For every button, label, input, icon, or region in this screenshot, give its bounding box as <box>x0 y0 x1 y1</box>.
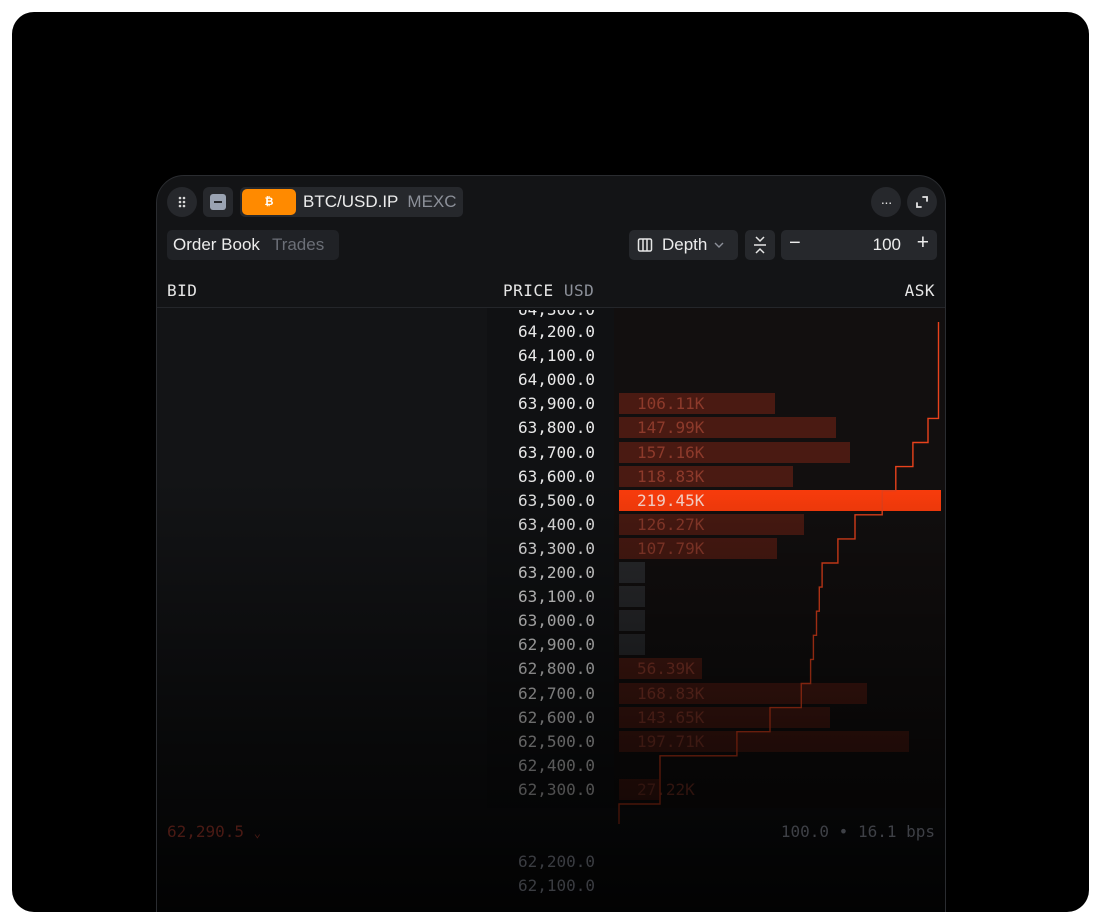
symbol-label: BTC/USD.IP <box>303 192 399 211</box>
tab-trades[interactable]: Trades <box>272 235 324 255</box>
spread-info: 100.0 • 16.1 bps <box>780 822 935 841</box>
mid-price-value: 62,290.5 <box>167 822 245 841</box>
bitcoin-icon: ₿ <box>242 189 296 215</box>
exchange-label: MEXC <box>407 192 457 211</box>
minimize-button[interactable] <box>203 187 233 217</box>
depth-staircase <box>618 322 940 824</box>
expand-button[interactable] <box>907 187 937 217</box>
cumulative-depth-line <box>618 322 940 824</box>
view-tabs: Order Book Trades <box>167 230 339 260</box>
more-dots-icon: ··· <box>880 194 893 210</box>
app-frame: ₿ BTC/USD.IP MEXC ··· Order Book Trades … <box>12 12 1089 912</box>
increment-button[interactable]: + <box>917 231 929 255</box>
decrement-button[interactable]: − <box>789 232 801 255</box>
order-book-widget: ₿ BTC/USD.IP MEXC ··· Order Book Trades … <box>156 175 946 912</box>
more-button[interactable]: ··· <box>871 187 901 217</box>
price-header-currency: USD <box>563 281 595 300</box>
tab-order-book[interactable]: Order Book <box>173 235 260 255</box>
mid-price[interactable]: 62,290.5 ⌄ <box>167 822 261 841</box>
symbol-selector[interactable]: ₿ BTC/USD.IP MEXC <box>240 187 463 217</box>
price-header: PRICE USD <box>503 281 594 300</box>
bid-header: BID <box>167 281 198 300</box>
grip-dots-icon[interactable] <box>167 187 197 217</box>
bid-price-row: 62,100.0 <box>517 876 595 895</box>
collapse-button[interactable] <box>745 230 775 260</box>
ask-header: ASK <box>904 281 935 300</box>
chevron-down-icon: ⌄ <box>253 826 261 840</box>
depth-label: Depth <box>662 235 708 254</box>
expand-icon <box>916 196 928 208</box>
tick-size-value[interactable]: 100 <box>873 235 901 255</box>
depth-dropdown[interactable]: Depth <box>629 230 738 260</box>
minimize-icon <box>210 194 226 210</box>
columns-icon <box>637 238 653 252</box>
tick-size-stepper: − 100 + <box>781 230 937 260</box>
chevron-down-icon <box>714 242 724 248</box>
price-header-label: PRICE <box>503 281 554 300</box>
collapse-icon <box>754 236 766 254</box>
bid-price-row: 62,200.0 <box>517 852 595 871</box>
